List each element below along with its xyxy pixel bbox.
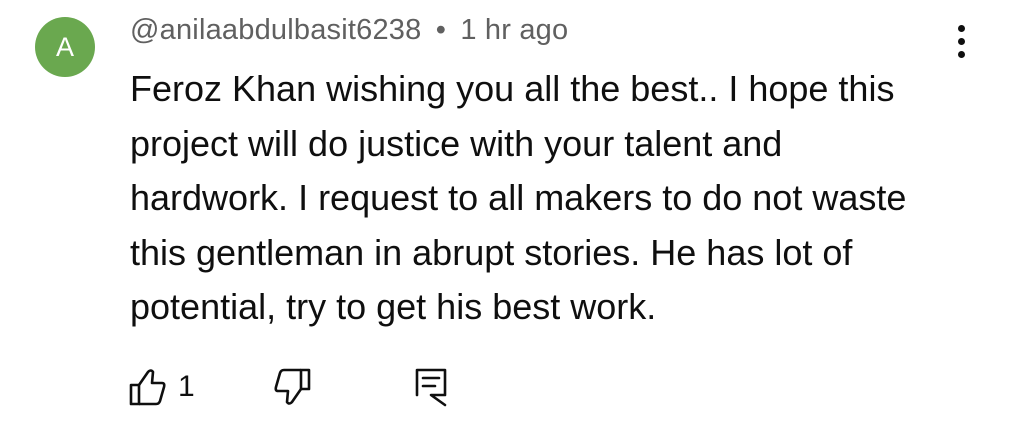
thumbs-down-icon: [274, 368, 311, 405]
comment-text: Feroz Khan wishing you all the best.. I …: [130, 68, 907, 327]
header-separator: •: [435, 14, 447, 46]
thumbs-up-icon: [129, 369, 166, 406]
dislike-button[interactable]: [272, 362, 312, 412]
more-vert-icon: [958, 25, 965, 32]
comment-card: A @anilaabdulbasit6238 • 1 hr ago Feroz …: [0, 0, 1024, 426]
like-count: 1: [178, 370, 195, 403]
avatar[interactable]: A: [35, 17, 95, 77]
author-name[interactable]: @anilaabdulbasit6238: [130, 14, 421, 46]
reply-button[interactable]: [412, 362, 450, 412]
comment-timestamp: 1 hr ago: [460, 14, 569, 46]
more-options-button[interactable]: [947, 22, 977, 62]
like-button[interactable]: 1: [128, 362, 195, 412]
comment-header: @anilaabdulbasit6238 • 1 hr ago: [130, 14, 568, 47]
reply-comment-icon: [415, 368, 447, 407]
